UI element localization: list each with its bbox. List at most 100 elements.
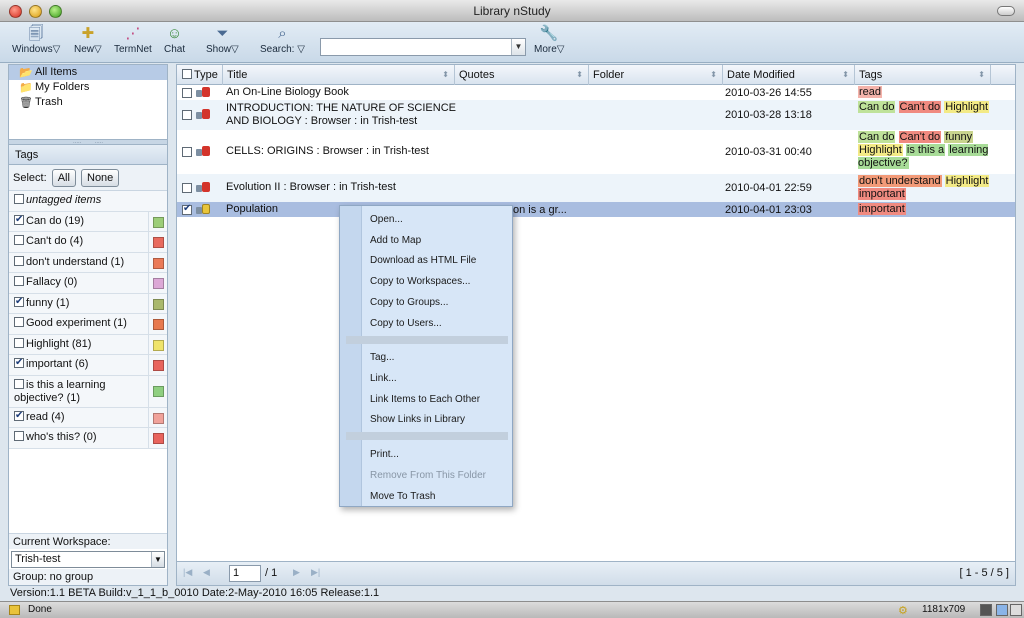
tag-row[interactable]: Can't do (4) (9, 232, 167, 253)
menu-print[interactable]: Print... (370, 449, 399, 460)
tag-chip[interactable]: Highlight (944, 101, 990, 113)
column-date-modified[interactable]: Date Modified ⬍ (723, 65, 855, 85)
row-checkbox[interactable] (182, 203, 192, 215)
tag-chip[interactable]: Can do (858, 131, 896, 143)
toolbar-toggle-icon[interactable] (997, 6, 1015, 16)
row-title[interactable]: An On-Line Biology Book (226, 86, 454, 99)
menu-add-to-map[interactable]: Add to Map (370, 235, 421, 246)
tag-row[interactable]: important (6) (9, 355, 167, 376)
column-quotes[interactable]: Quotes ⬍ (455, 65, 589, 85)
tag-chip[interactable]: read (858, 86, 883, 98)
column-type[interactable]: Type (177, 65, 223, 85)
table-row[interactable]: CELLS: ORIGINS : Browser : in Trish-test… (177, 130, 1015, 174)
tag-row[interactable]: read (4) (9, 407, 167, 428)
tag-row[interactable]: Good experiment (1) (9, 314, 167, 335)
more-menu-button[interactable]: 🔧 More▽ (534, 24, 564, 55)
tag-row[interactable]: Highlight (81) (9, 334, 167, 355)
tag-checkbox[interactable] (14, 276, 24, 286)
tag-row-untagged[interactable]: untagged items (9, 191, 167, 212)
tag-color-swatch[interactable] (153, 433, 164, 444)
workspace-dropdown-arrow-icon[interactable]: ▼ (151, 552, 164, 567)
tag-checkbox[interactable] (14, 431, 24, 441)
chat-button[interactable]: ☺ Chat (164, 24, 185, 55)
tag-row[interactable]: don't understand (1) (9, 252, 167, 273)
tag-color-swatch[interactable] (153, 257, 164, 269)
column-folder[interactable]: Folder ⬍ (589, 65, 723, 85)
search-dropdown-arrow-icon[interactable]: ▼ (511, 39, 525, 55)
tag-color-swatch[interactable] (153, 360, 164, 371)
tag-checkbox[interactable] (14, 409, 24, 422)
tag-chip[interactable]: important (858, 203, 906, 215)
select-all-button[interactable]: All (51, 169, 76, 188)
status-panel-icon[interactable] (996, 604, 1008, 616)
tag-chip[interactable]: Can do (858, 101, 896, 113)
row-title[interactable]: INTRODUCTION: THE NATURE OF SCIENCE AND B… (226, 102, 456, 128)
table-row[interactable]: An On-Line Biology Book 2010-03-26 14:55 r… (177, 85, 1015, 100)
menu-download-html[interactable]: Download as HTML File (370, 255, 476, 266)
tag-row[interactable]: Can do (19) (9, 211, 167, 232)
first-page-icon[interactable]: |◀ (183, 567, 192, 578)
menu-copy-users[interactable]: Copy to Users... (370, 318, 442, 329)
tag-chip[interactable]: Highlight (944, 175, 990, 187)
menu-show-links[interactable]: Show Links in Library (370, 414, 465, 425)
tag-row[interactable]: who's this? (0) (9, 428, 167, 449)
tag-chip[interactable]: Can't do (898, 101, 942, 113)
tag-chip[interactable]: Highlight (858, 144, 903, 156)
untagged-checkbox[interactable] (14, 194, 24, 204)
tag-color-swatch[interactable] (153, 319, 164, 330)
tag-checkbox[interactable] (14, 295, 24, 308)
prev-page-icon[interactable]: ◀ (203, 567, 210, 578)
row-checkbox[interactable] (182, 183, 192, 193)
close-window-icon[interactable] (9, 5, 22, 18)
tag-color-swatch[interactable] (153, 339, 164, 351)
tag-color-swatch[interactable] (153, 412, 164, 424)
menu-copy-groups[interactable]: Copy to Groups... (370, 297, 448, 308)
tag-color-swatch[interactable] (153, 237, 164, 248)
tag-checkbox[interactable] (14, 213, 24, 226)
nav-trash[interactable]: 🗑 Trash (9, 95, 167, 110)
row-checkbox[interactable] (182, 88, 192, 98)
nav-my-folders[interactable]: 📁 My Folders (9, 80, 167, 95)
select-none-button[interactable]: None (81, 169, 120, 188)
tag-chip[interactable]: important (858, 188, 906, 200)
nav-all-items[interactable]: 📂 All Items (9, 65, 167, 80)
tag-color-swatch[interactable] (153, 216, 164, 228)
table-row[interactable]: Populationon is a gr...2010-04-01 23:03i… (177, 202, 1015, 217)
row-checkbox[interactable] (182, 110, 192, 120)
column-title[interactable]: Title ⬍ (223, 65, 455, 85)
new-menu-button[interactable]: ✚ New▽ (74, 24, 102, 55)
column-tags[interactable]: Tags ⬍ (855, 65, 991, 85)
tag-chip[interactable]: Can't do (898, 131, 942, 143)
termnet-button[interactable]: ⋰ TermNet (114, 24, 152, 55)
zoom-window-icon[interactable] (49, 5, 62, 18)
row-checkbox[interactable] (182, 147, 192, 157)
row-title[interactable]: CELLS: ORIGINS : Browser : in Trish-test (226, 145, 454, 158)
status-extra-icon[interactable] (1010, 604, 1022, 616)
tag-checkbox[interactable] (14, 378, 24, 389)
tag-chip[interactable]: funny (944, 131, 974, 143)
tag-color-swatch[interactable] (153, 385, 164, 397)
tag-checkbox[interactable] (14, 356, 24, 369)
menu-tag[interactable]: Tag... (370, 352, 394, 363)
tag-row[interactable]: is this a learning objective? (1) (9, 375, 167, 408)
menu-move-to-trash[interactable]: Move To Trash (370, 491, 435, 502)
row-title[interactable]: Evolution II : Browser : in Trish-test (226, 181, 454, 194)
page-number-input[interactable]: 1 (229, 565, 261, 582)
table-row[interactable]: Evolution II : Browser : in Trish-test 20… (177, 174, 1015, 202)
table-row[interactable]: INTRODUCTION: THE NATURE OF SCIENCE AND B… (177, 100, 1015, 130)
tag-row[interactable]: funny (1) (9, 293, 167, 314)
tag-checkbox[interactable] (14, 337, 24, 348)
next-page-icon[interactable]: ▶ (293, 567, 300, 578)
menu-copy-workspaces[interactable]: Copy to Workspaces... (370, 276, 470, 287)
tag-row[interactable]: Fallacy (0) (9, 273, 167, 294)
show-filter-button[interactable]: ⏷ Show▽ (206, 24, 239, 55)
tag-color-swatch[interactable] (153, 278, 164, 289)
menu-link[interactable]: Link... (370, 373, 397, 384)
tag-color-swatch[interactable] (153, 298, 164, 310)
menu-link-each-other[interactable]: Link Items to Each Other (370, 394, 480, 405)
workspace-select[interactable]: Trish-test ▼ (11, 551, 165, 568)
last-page-icon[interactable]: ▶| (311, 567, 320, 578)
tag-checkbox[interactable] (14, 255, 24, 266)
select-all-rows-checkbox[interactable] (182, 69, 192, 79)
windows-menu-button[interactable]: 🗐 Windows▽ (12, 24, 60, 55)
